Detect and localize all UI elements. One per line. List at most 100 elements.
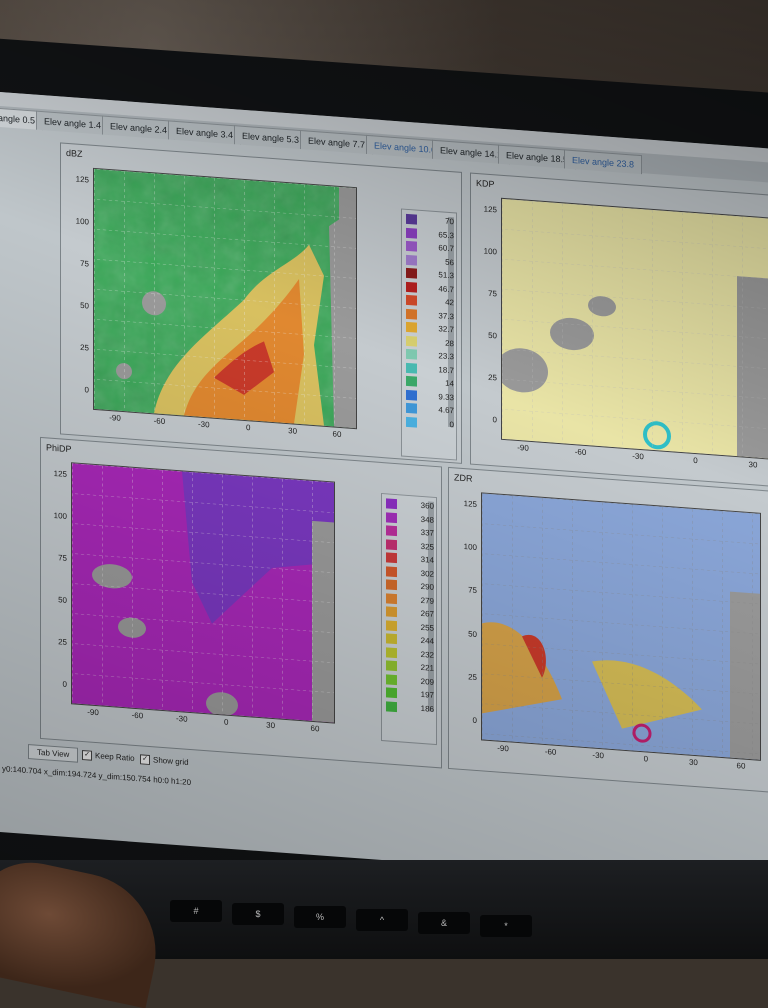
legend-value: 221 — [420, 662, 434, 673]
legend-value: 325 — [420, 541, 434, 552]
legend-swatch — [386, 525, 397, 537]
legend-swatch — [406, 402, 417, 414]
legend-swatch — [386, 660, 397, 672]
tab-elev-angle-9[interactable]: Elev angle 23.8 — [564, 149, 643, 175]
legend-swatch — [386, 592, 397, 604]
legend-swatch — [386, 687, 397, 699]
legend-swatch — [406, 416, 417, 428]
legend-swatch — [406, 240, 417, 252]
y-tick-label: 100 — [75, 216, 89, 227]
y-tick-label: 125 — [463, 499, 477, 510]
legend-value: 70 — [445, 216, 454, 227]
keep-ratio-checkbox[interactable]: ✓ Keep Ratio — [82, 750, 135, 764]
legend-dbz: 70 65.3 60.7 56 51.3 46.7 42 37.3 32.7 28 23.3 18.7… — [401, 208, 457, 461]
y-tick-label: 100 — [463, 542, 477, 553]
legend-swatch — [406, 254, 417, 266]
legend-value: 0 — [449, 419, 454, 429]
legend-swatch — [386, 498, 397, 510]
legend-value: 302 — [420, 568, 434, 579]
x-tick-label: 30 — [688, 757, 698, 768]
legend-swatch — [406, 321, 417, 333]
keyboard-key[interactable]: % — [294, 906, 346, 928]
x-tick-label: -60 — [574, 447, 587, 458]
plot-phidp[interactable] — [71, 462, 335, 724]
plot-kdp[interactable] — [501, 197, 768, 460]
x-tick-label: 0 — [245, 423, 251, 433]
legend-swatch — [386, 606, 397, 618]
legend-value: 60.7 — [438, 243, 454, 254]
tab-elev-angle-1[interactable]: Elev angle 1.4 — [36, 110, 110, 136]
legend-value: 255 — [420, 622, 434, 633]
legend-value: 279 — [420, 595, 434, 606]
y-tick-label: 0 — [472, 715, 477, 726]
y-tick-label: 50 — [488, 330, 497, 341]
keyboard-key[interactable]: # — [170, 900, 222, 922]
legend-value: 46.7 — [438, 283, 454, 294]
legend-value: 65.3 — [438, 229, 454, 240]
legend-value: 28 — [445, 338, 454, 348]
x-tick-label: 60 — [310, 723, 320, 734]
keyboard-key[interactable]: $ — [232, 903, 284, 925]
plot-dbz[interactable] — [93, 167, 357, 430]
legend-swatch — [386, 552, 397, 564]
legend-value: 290 — [420, 581, 434, 592]
legend-value: 37.3 — [438, 310, 454, 321]
y-tick-label: 125 — [75, 174, 89, 185]
legend-swatch — [406, 308, 417, 320]
legend-swatch — [406, 335, 417, 347]
legend-swatch — [386, 511, 397, 523]
legend-swatch — [386, 633, 397, 645]
y-tick-label: 125 — [483, 204, 497, 215]
x-tick-label: -60 — [153, 416, 166, 427]
checkbox-check-icon: ✓ — [140, 754, 150, 766]
legend-swatch — [406, 281, 417, 293]
tab-elev-angle-5[interactable]: Elev angle 7.7 — [300, 130, 374, 155]
legend-value: 360 — [420, 500, 434, 511]
x-tick-label: -30 — [176, 713, 188, 724]
y-tick-label: 125 — [53, 468, 67, 479]
legend-value: 9.33 — [438, 391, 454, 402]
panel-title-phidp: PhiDP — [46, 442, 72, 455]
status-bar: y0:140.704 x_dim:194.724 y_dim:150.754 h… — [2, 764, 192, 788]
tab-elev-angle-3[interactable]: Elev angle 3.4 — [168, 120, 242, 145]
x-tick-label: -30 — [632, 451, 644, 462]
keyboard-key[interactable]: & — [418, 912, 470, 934]
keyboard-key[interactable]: ^ — [356, 909, 408, 931]
plot-zdr[interactable] — [481, 492, 761, 761]
legend-value: 209 — [420, 676, 434, 687]
panel-title-dbz: dBZ — [66, 147, 83, 160]
y-tick-label: 75 — [58, 553, 67, 563]
legend-value: 337 — [420, 527, 434, 538]
tab-elev-angle-2[interactable]: Elev angle 2.4 — [102, 115, 176, 140]
x-tick-label: 0 — [223, 717, 229, 727]
x-tick-label: -60 — [544, 747, 557, 757]
x-tick-label: -60 — [131, 710, 144, 721]
legend-value: 56 — [445, 257, 454, 267]
legend-value: 23.3 — [438, 351, 454, 362]
x-tick-label: 0 — [643, 754, 649, 764]
legend-swatch — [406, 375, 417, 387]
keyboard-key[interactable]: * — [480, 915, 532, 937]
legend-swatch — [406, 267, 417, 279]
x-tick-label: 0 — [693, 455, 698, 466]
legend-value: 197 — [420, 689, 434, 700]
y-tick-label: 25 — [58, 637, 67, 647]
legend-value: 51.3 — [438, 270, 454, 281]
legend-value: 18.7 — [438, 364, 454, 375]
app-window: Elev angle 0.5Elev angle 1.4Elev angle 2… — [0, 92, 768, 891]
panel-phidp: PhiDP 125 100 75 50 25 0 -90 -60 -30 0 30 60 360 34… — [40, 436, 442, 769]
y-tick-label: 75 — [468, 585, 477, 596]
y-tick-label: 25 — [468, 672, 477, 682]
y-tick-label: 50 — [468, 628, 477, 639]
x-tick-label: 30 — [748, 459, 758, 470]
x-tick-label: 60 — [332, 429, 342, 440]
legend-entry: 186 — [386, 700, 456, 717]
y-tick-label: 50 — [58, 595, 67, 605]
y-tick-label: 0 — [62, 679, 67, 689]
tab-elev-angle-4[interactable]: Elev angle 5.3 — [234, 125, 308, 150]
panel-zdr: ZDR 125 100 75 50 25 0 -90 -60 -30 0 30 60 — [448, 466, 768, 795]
tab-view-button[interactable]: Tab View — [28, 744, 79, 763]
legend-value: 232 — [420, 649, 434, 660]
show-grid-checkbox[interactable]: ✓ Show grid — [140, 754, 189, 768]
x-tick-label: -90 — [87, 707, 99, 718]
